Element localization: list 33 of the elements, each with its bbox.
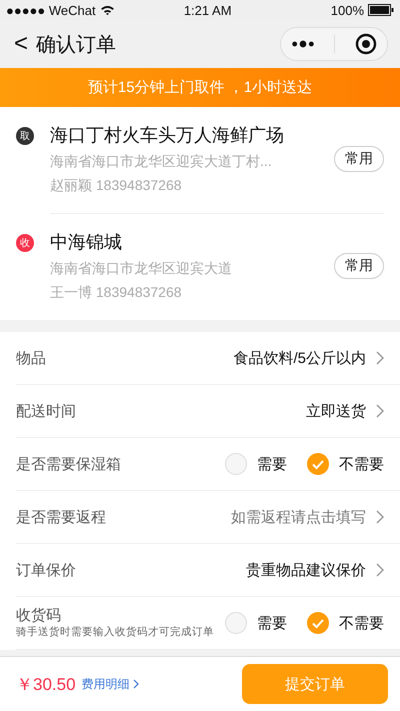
frequent-button[interactable]: 常用 [334, 253, 384, 279]
status-time: 1:21 AM [182, 2, 233, 18]
address-text: 海南省海口市龙华区迎宾大道 [50, 259, 233, 278]
page-title: 确认订单 [36, 32, 118, 58]
row-value[interactable]: 如需返程请点击填写 [231, 508, 366, 526]
battery-percent: 100% [330, 2, 364, 18]
address-badge: 取 [16, 127, 34, 145]
row-label: 订单保价 [16, 560, 77, 580]
row-value[interactable]: 食品饮料/5公斤以内 [233, 348, 366, 368]
address-badge: 收 [16, 234, 34, 252]
option-label: 需要 [257, 614, 287, 632]
row-label: 是否需要返程 [16, 508, 107, 526]
place-name: 海口丁村火车头万人海鲜广场 [50, 124, 285, 147]
row-value[interactable]: 立即送货 [306, 402, 366, 420]
option-label: 不需要 [339, 614, 384, 632]
address-text: 海南省海口市龙华区迎宾大道丁村... [50, 152, 273, 171]
option-label: 需要 [257, 454, 287, 474]
frequent-button[interactable]: 常用 [334, 146, 384, 172]
row-label: 是否需要保湿箱 [16, 454, 122, 474]
row-label: 收货码 [16, 606, 62, 625]
row-value[interactable]: 贵重物品建议保价 [246, 560, 366, 580]
back-button[interactable]: < [14, 32, 28, 56]
row-label: 物品 [16, 348, 47, 368]
total-price: ￥30.50 [16, 674, 76, 696]
notice-banner: 预计15分钟上门取件 ，1小时送达 [0, 68, 400, 107]
contact-text: 王一博 18394837268 [50, 283, 183, 302]
place-name: 中海锦城 [50, 231, 123, 254]
option-label: 不需要 [339, 454, 384, 474]
row-label: 配送时间 [16, 402, 77, 420]
contact-text: 赵丽颖 18394837268 [50, 176, 183, 195]
fee-details-link[interactable]: 费用明细 [82, 676, 130, 692]
row-note: 骑手送货时需要输入收货码才可完成订单 [16, 625, 214, 640]
carrier-signal: ●●●●● WeChat [6, 2, 96, 18]
